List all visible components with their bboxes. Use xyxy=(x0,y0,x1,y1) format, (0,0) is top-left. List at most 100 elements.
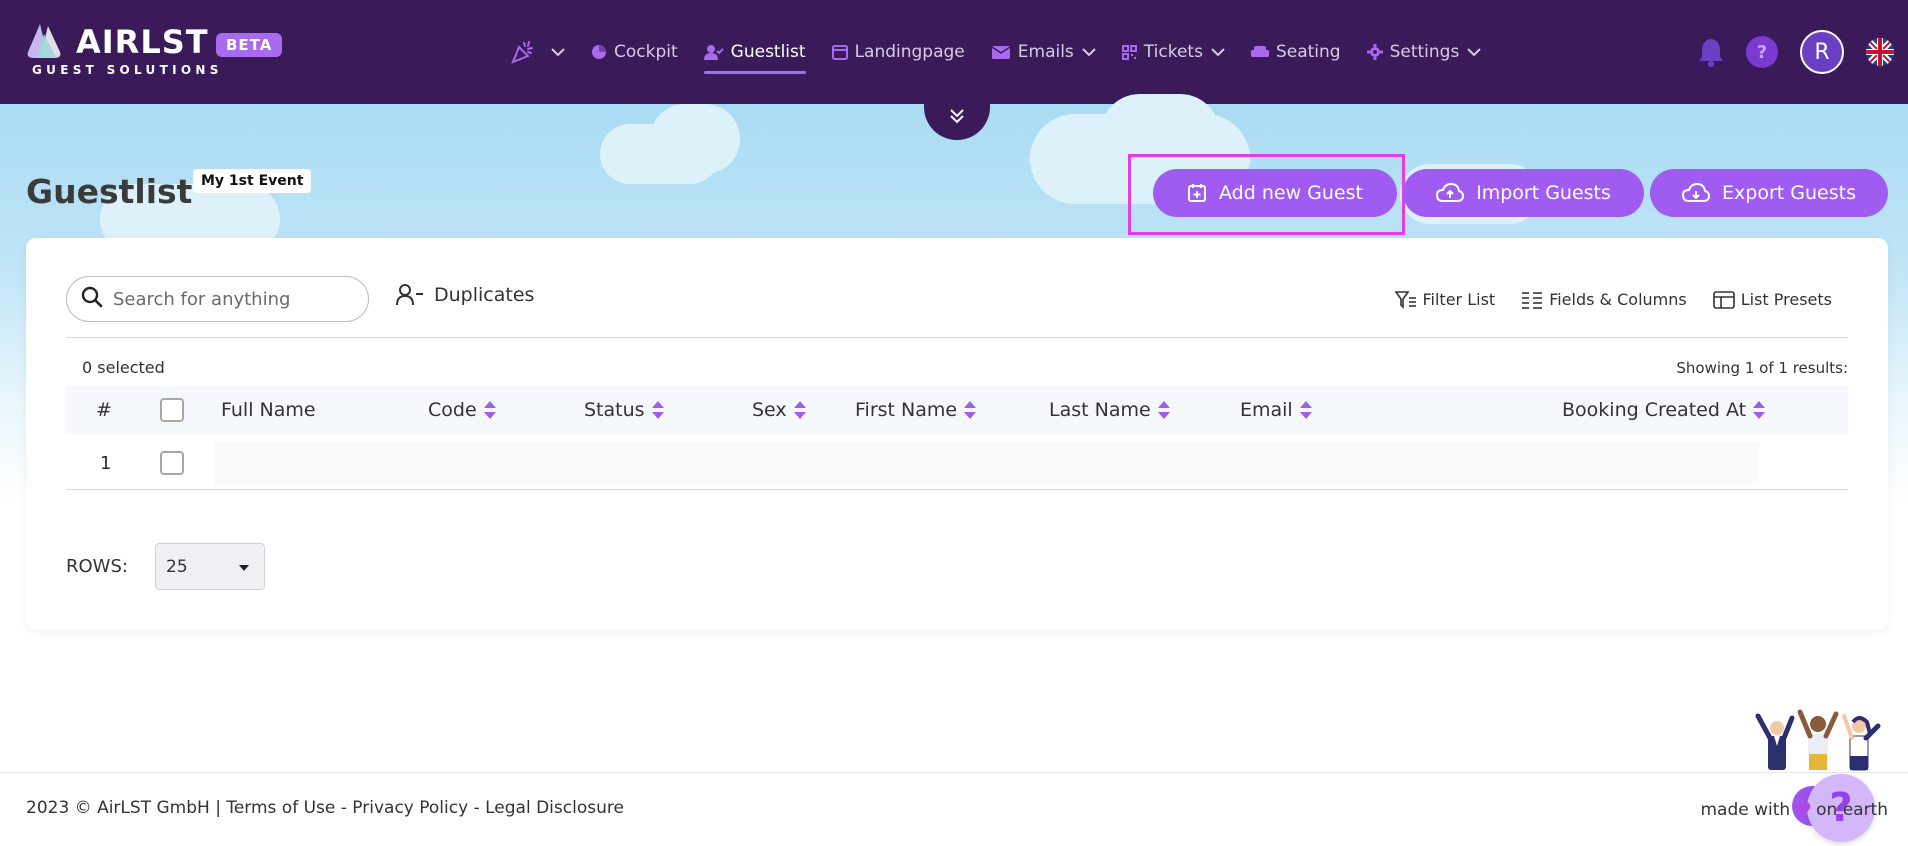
checkbox xyxy=(160,451,184,475)
nav-guestlist-label: Guestlist xyxy=(730,42,806,62)
sort-icon xyxy=(651,400,665,420)
envelope-icon xyxy=(991,45,1011,60)
search-input[interactable] xyxy=(113,288,333,310)
divider xyxy=(66,337,1848,338)
col-sex[interactable]: Sex xyxy=(752,399,807,421)
made-with-text: made with xyxy=(1700,800,1791,820)
nav-emails-dropdown[interactable]: Emails xyxy=(991,0,1096,104)
col-number: # xyxy=(96,399,112,421)
col-sex-label: Sex xyxy=(752,399,787,421)
pie-chart-icon xyxy=(591,44,607,60)
nav-events-dropdown[interactable] xyxy=(510,0,565,104)
columns-list-icon xyxy=(1521,291,1543,309)
terms-of-use-link[interactable]: Terms of Use xyxy=(226,798,335,818)
col-first-name[interactable]: First Name xyxy=(855,399,977,421)
nav-cockpit[interactable]: Cockpit xyxy=(591,0,678,104)
select-all-checkbox[interactable] xyxy=(160,398,184,422)
legal-disclosure-link[interactable]: Legal Disclosure xyxy=(485,798,624,818)
import-guests-button[interactable]: Import Guests xyxy=(1403,169,1644,217)
sort-icon xyxy=(1299,400,1313,420)
guestlist-card: Duplicates Filter List Fields & Columns … xyxy=(26,238,1888,842)
footer-divider xyxy=(0,772,1908,773)
separator: | xyxy=(215,798,221,818)
rows-per-page-value: 25 xyxy=(166,556,188,577)
search-box[interactable] xyxy=(66,276,369,322)
nav-tickets-label: Tickets xyxy=(1143,42,1203,62)
nav-cockpit-label: Cockpit xyxy=(614,42,678,62)
col-full-name[interactable]: Full Name xyxy=(221,399,316,421)
col-booking-created-at[interactable]: Booking Created At xyxy=(1562,399,1766,421)
row-checkbox[interactable] xyxy=(160,451,184,475)
list-presets-label: List Presets xyxy=(1740,290,1832,309)
table-row[interactable]: 1 xyxy=(66,438,1848,488)
brand-subtitle: GUEST SOLUTIONS xyxy=(32,63,223,77)
add-new-guest-button[interactable]: Add new Guest xyxy=(1153,169,1397,217)
col-full-name-label: Full Name xyxy=(221,399,316,421)
results-count: Showing 1 of 1 results: xyxy=(1676,359,1848,377)
caret-down-icon xyxy=(238,557,250,577)
bell-icon[interactable] xyxy=(1698,37,1724,67)
col-last-name-label: Last Name xyxy=(1049,399,1151,421)
add-new-guest-label: Add new Guest xyxy=(1219,182,1363,204)
uk-flag-icon[interactable] xyxy=(1866,38,1894,66)
duplicates-button[interactable]: Duplicates xyxy=(396,284,534,306)
col-status[interactable]: Status xyxy=(584,399,665,421)
main-nav: Cockpit Guestlist Landingpage Emails Tic… xyxy=(510,0,1507,104)
footer-tagline: made with ♥ on earth xyxy=(1700,798,1888,822)
nav-tickets-dropdown[interactable]: Tickets xyxy=(1121,0,1225,104)
export-guests-button[interactable]: Export Guests xyxy=(1650,169,1888,217)
col-last-name[interactable]: Last Name xyxy=(1049,399,1171,421)
duplicates-label: Duplicates xyxy=(434,284,535,306)
help-button[interactable]: ? xyxy=(1746,36,1778,68)
celebrating-people-illustration xyxy=(1755,709,1881,771)
search-icon xyxy=(81,286,103,312)
sort-icon xyxy=(1752,400,1766,420)
col-status-label: Status xyxy=(584,399,645,421)
col-email[interactable]: Email xyxy=(1240,399,1313,421)
event-tag: My 1st Event xyxy=(193,169,312,193)
filter-list-label: Filter List xyxy=(1422,290,1496,309)
brand-name: AIRLST xyxy=(76,23,209,61)
rows-label: ROWS: xyxy=(66,556,128,577)
filter-list-button[interactable]: Filter List xyxy=(1394,290,1496,309)
layout-icon xyxy=(1712,290,1735,309)
sort-icon xyxy=(1157,400,1171,420)
row-data-cells[interactable] xyxy=(214,442,1759,484)
list-presets-button[interactable]: List Presets xyxy=(1712,290,1832,309)
page-title: Guestlist xyxy=(26,172,193,211)
gear-icon xyxy=(1366,44,1383,60)
selected-count: 0 selected xyxy=(82,358,165,377)
calendar-plus-icon xyxy=(1187,183,1207,203)
cloud-decoration xyxy=(650,104,740,174)
logo-mark-icon xyxy=(27,24,61,58)
user-check-icon xyxy=(703,44,724,60)
nav-seating[interactable]: Seating xyxy=(1250,0,1341,104)
cloud-download-icon xyxy=(1682,183,1711,203)
sort-icon xyxy=(793,400,807,420)
heart-icon: ♥ xyxy=(1794,798,1813,822)
fields-columns-button[interactable]: Fields & Columns xyxy=(1521,290,1687,309)
col-code[interactable]: Code xyxy=(428,399,497,421)
help-icon: ? xyxy=(1746,36,1778,68)
nav-landingpage-label: Landingpage xyxy=(854,42,965,62)
nav-landingpage[interactable]: Landingpage xyxy=(831,0,965,104)
chevron-down-icon xyxy=(1211,47,1225,57)
user-avatar-button[interactable]: R xyxy=(1800,30,1844,74)
nav-guestlist[interactable]: Guestlist xyxy=(703,0,806,104)
chevron-down-icon xyxy=(1082,47,1096,57)
table-header: # Full Name Code Status Sex First Name L… xyxy=(66,386,1848,434)
rows-per-page-select[interactable]: 25 xyxy=(155,543,265,590)
separator: - xyxy=(473,798,480,818)
privacy-policy-link[interactable]: Privacy Policy xyxy=(352,798,468,818)
sort-icon xyxy=(483,400,497,420)
col-first-name-label: First Name xyxy=(855,399,958,421)
user-minus-icon xyxy=(396,284,424,306)
copyright-text: 2023 © AirLST GmbH xyxy=(26,798,210,818)
nav-settings-dropdown[interactable]: Settings xyxy=(1366,0,1482,104)
double-chevron-down-icon xyxy=(949,108,965,128)
nav-settings-label: Settings xyxy=(1389,42,1460,62)
beta-badge: BETA xyxy=(216,33,283,57)
separator: - xyxy=(340,798,347,818)
avatar: R xyxy=(1800,30,1844,74)
qr-code-icon xyxy=(1121,44,1137,60)
